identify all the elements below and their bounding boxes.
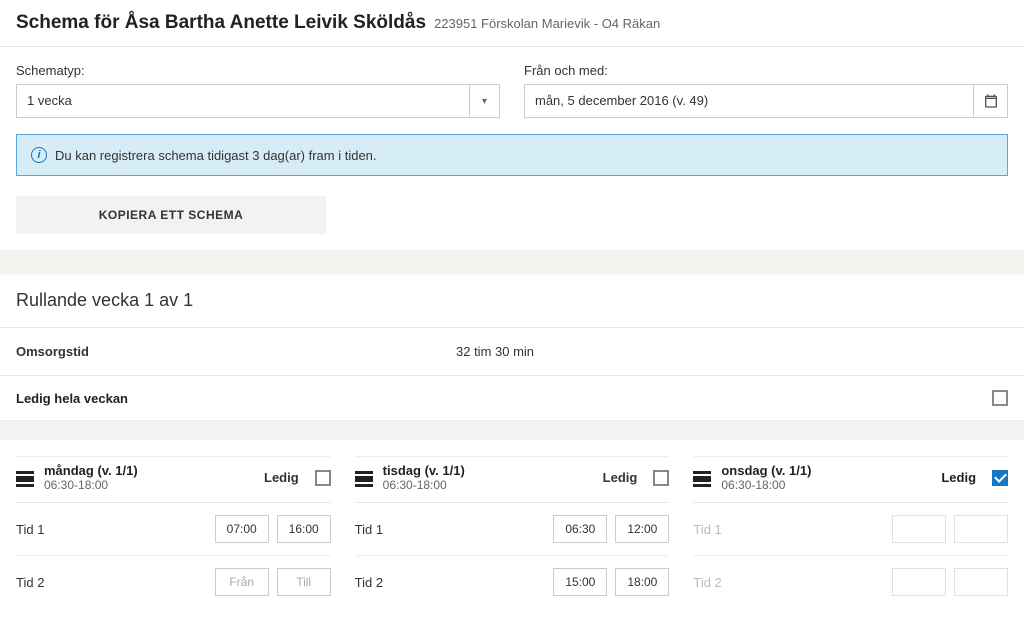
schematyp-value: 1 vecka — [17, 85, 469, 117]
day-card-wed: onsdag (v. 1/1) 06:30-18:00 Ledig Tid 1 … — [693, 456, 1008, 608]
days-row: måndag (v. 1/1) 06:30-18:00 Ledig Tid 1 … — [0, 440, 1024, 624]
page-subtitle: 223951 Förskolan Marievik - O4 Räkan — [434, 16, 660, 31]
divider-band-2 — [0, 420, 1024, 440]
ledig-hela-checkbox[interactable] — [992, 390, 1008, 406]
day-icon — [355, 471, 373, 487]
tid1-to-input[interactable]: 16:00 — [277, 515, 331, 543]
day-title: onsdag (v. 1/1) — [721, 463, 811, 478]
omsorgstid-value: 32 tim 30 min — [456, 344, 534, 359]
week-title: Rullande vecka 1 av 1 — [0, 274, 1024, 328]
ledig-checkbox-mon[interactable] — [315, 470, 331, 486]
tid1-to-input[interactable]: 12:00 — [615, 515, 669, 543]
page-header: Schema för Åsa Bartha Anette Leivik Sköl… — [0, 0, 1024, 47]
tid2-to-input[interactable]: 18:00 — [615, 568, 669, 596]
page-title: Schema för Åsa Bartha Anette Leivik Sköl… — [16, 12, 426, 34]
chevron-down-icon: ▾ — [469, 85, 499, 117]
day-icon — [16, 471, 34, 487]
tid1-label: Tid 1 — [355, 522, 546, 537]
info-icon: i — [31, 147, 47, 163]
omsorgstid-row: Omsorgstid 32 tim 30 min — [0, 328, 1024, 376]
tid1-from-input[interactable] — [892, 515, 946, 543]
ledig-label: Ledig — [264, 470, 299, 485]
tid2-from-input[interactable]: Från — [215, 568, 269, 596]
day-range: 06:30-18:00 — [721, 478, 811, 492]
tid2-to-input[interactable]: Till — [277, 568, 331, 596]
schematyp-select[interactable]: 1 vecka ▾ — [16, 84, 500, 118]
day-card-tue: tisdag (v. 1/1) 06:30-18:00 Ledig Tid 1 … — [355, 456, 670, 608]
tid1-label: Tid 1 — [693, 522, 884, 537]
calendar-icon[interactable] — [973, 85, 1007, 117]
ledig-checkbox-wed[interactable] — [992, 470, 1008, 486]
ledig-checkbox-tue[interactable] — [653, 470, 669, 486]
ledig-label: Ledig — [941, 470, 976, 485]
from-date-input[interactable]: mån, 5 december 2016 (v. 49) — [524, 84, 1008, 118]
copy-schema-button[interactable]: KOPIERA ETT SCHEMA — [16, 196, 326, 234]
tid1-label: Tid 1 — [16, 522, 207, 537]
ledig-hela-row: Ledig hela veckan — [0, 376, 1024, 420]
day-title: måndag (v. 1/1) — [44, 463, 138, 478]
day-icon — [693, 471, 711, 487]
tid2-from-input[interactable]: 15:00 — [553, 568, 607, 596]
tid2-label: Tid 2 — [693, 575, 884, 590]
info-banner: i Du kan registrera schema tidigast 3 da… — [16, 134, 1008, 176]
from-date-value: mån, 5 december 2016 (v. 49) — [525, 85, 973, 117]
schematyp-label: Schematyp: — [16, 63, 500, 78]
tid1-from-input[interactable]: 06:30 — [553, 515, 607, 543]
day-title: tisdag (v. 1/1) — [383, 463, 465, 478]
day-range: 06:30-18:00 — [383, 478, 465, 492]
tid2-label: Tid 2 — [16, 575, 207, 590]
divider-band — [0, 250, 1024, 274]
day-card-mon: måndag (v. 1/1) 06:30-18:00 Ledig Tid 1 … — [16, 456, 331, 608]
ledig-hela-label: Ledig hela veckan — [16, 391, 128, 406]
form-section: Schematyp: 1 vecka ▾ Från och med: mån, … — [0, 47, 1024, 250]
omsorgstid-label: Omsorgstid — [16, 344, 456, 359]
tid1-from-input[interactable]: 07:00 — [215, 515, 269, 543]
from-label: Från och med: — [524, 63, 1008, 78]
info-text: Du kan registrera schema tidigast 3 dag(… — [55, 148, 377, 163]
day-range: 06:30-18:00 — [44, 478, 138, 492]
tid1-to-input[interactable] — [954, 515, 1008, 543]
tid2-to-input[interactable] — [954, 568, 1008, 596]
ledig-label: Ledig — [603, 470, 638, 485]
tid2-label: Tid 2 — [355, 575, 546, 590]
tid2-from-input[interactable] — [892, 568, 946, 596]
